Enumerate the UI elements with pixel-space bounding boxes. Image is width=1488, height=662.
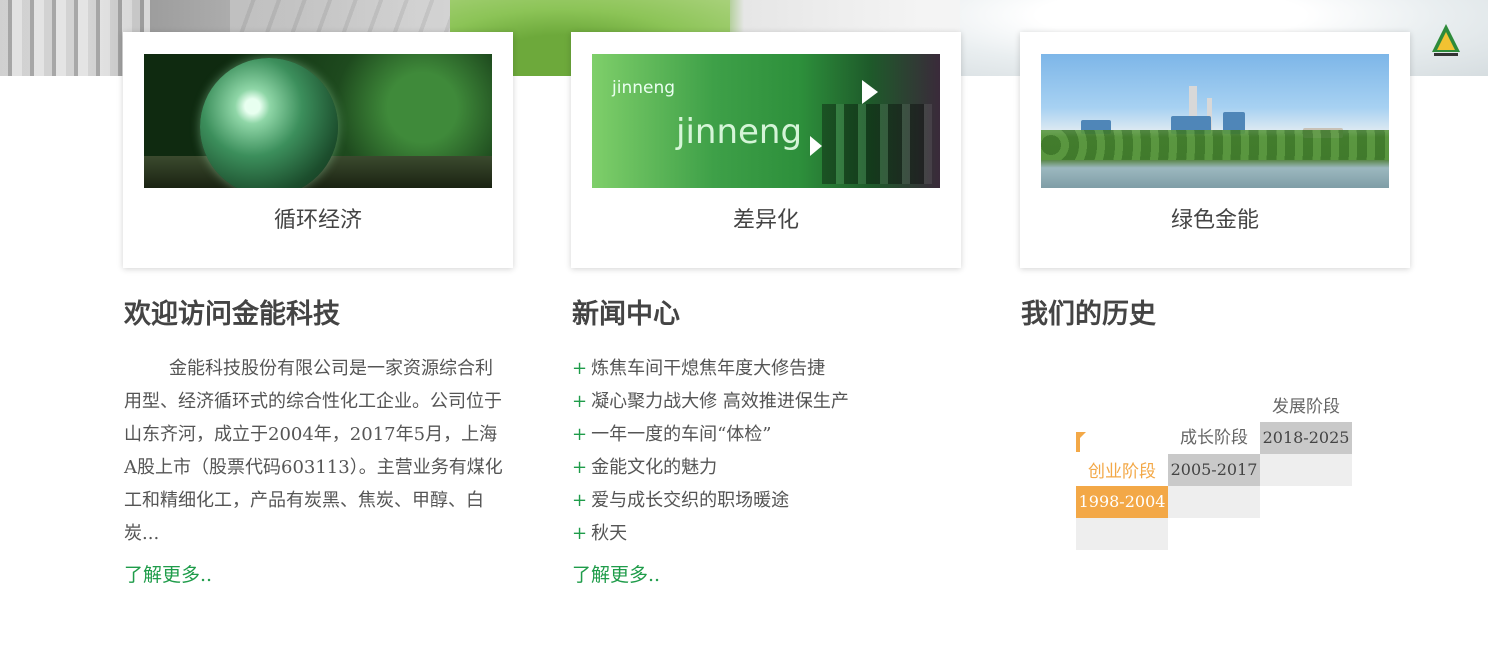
plus-icon: + [572,358,588,379]
news-item[interactable]: + 金能文化的魅力 [572,451,849,484]
history-stage-step [1260,454,1352,486]
card-image-jinneng: jinneng jinneng [592,54,940,188]
about-title: 欢迎访问金能科技 [124,299,340,330]
news-item[interactable]: + 凝心聚力战大修 高效推进保生产 [572,385,849,418]
card-label: 绿色金能 [1170,208,1259,233]
flag-icon [1076,432,1086,452]
history-stage-name: 发展阶段 [1272,397,1340,417]
card-label: 循环经济 [273,208,362,233]
card-circular-economy[interactable]: 循环经济 [123,32,513,268]
news-item[interactable]: + 一年一度的车间“体检” [572,418,849,451]
plus-icon: + [572,424,588,445]
about-more-link[interactable]: 了解更多.. [124,560,212,587]
card-differentiation[interactable]: jinneng jinneng 差异化 [571,32,961,268]
news-more-link[interactable]: 了解更多.. [572,560,660,587]
history-stage-step [1076,518,1168,550]
about-text: 金能科技股份有限公司是一家资源综合利用型、经济循环式的综合性化工企业。公司位于山… [124,358,503,544]
history-stage-name: 创业阶段 [1088,462,1156,482]
plus-icon: + [572,490,588,511]
news-item[interactable]: + 秋天 [572,517,849,550]
plus-icon: + [572,457,588,478]
card-label: 差异化 [732,208,799,233]
news-title: 新闻中心 [572,299,680,330]
history-stage-name: 成长阶段 [1180,428,1248,448]
card-green-jinneng[interactable]: 绿色金能 [1020,32,1410,268]
news-item[interactable]: + 爱与成长交织的职场暖途 [572,484,849,517]
history-stage-years[interactable]: 1998-2004 [1076,486,1168,518]
history-stage-years[interactable]: 2005-2017 [1168,454,1260,486]
image-text-large: jinneng [676,112,803,152]
plus-icon: + [572,523,588,544]
history-stage-years[interactable]: 2018-2025 [1260,422,1352,454]
history-staircase[interactable]: 创业阶段 1998-2004 成长阶段 2005-2017 发展阶段 2018-… [1076,396,1356,556]
plus-icon: + [572,391,588,412]
news-item[interactable]: + 炼焦车间干熄焦年度大修告捷 [572,352,849,385]
history-stage-step [1168,486,1260,518]
company-logo-icon [1432,24,1460,56]
image-text-small: jinneng [612,78,676,98]
card-image-globe [144,54,492,188]
card-image-plant [1041,54,1389,188]
history-title: 我们的历史 [1021,299,1156,330]
news-list: + 炼焦车间干熄焦年度大修告捷 + 凝心聚力战大修 高效推进保生产 + 一年一度的车间… [572,352,849,550]
